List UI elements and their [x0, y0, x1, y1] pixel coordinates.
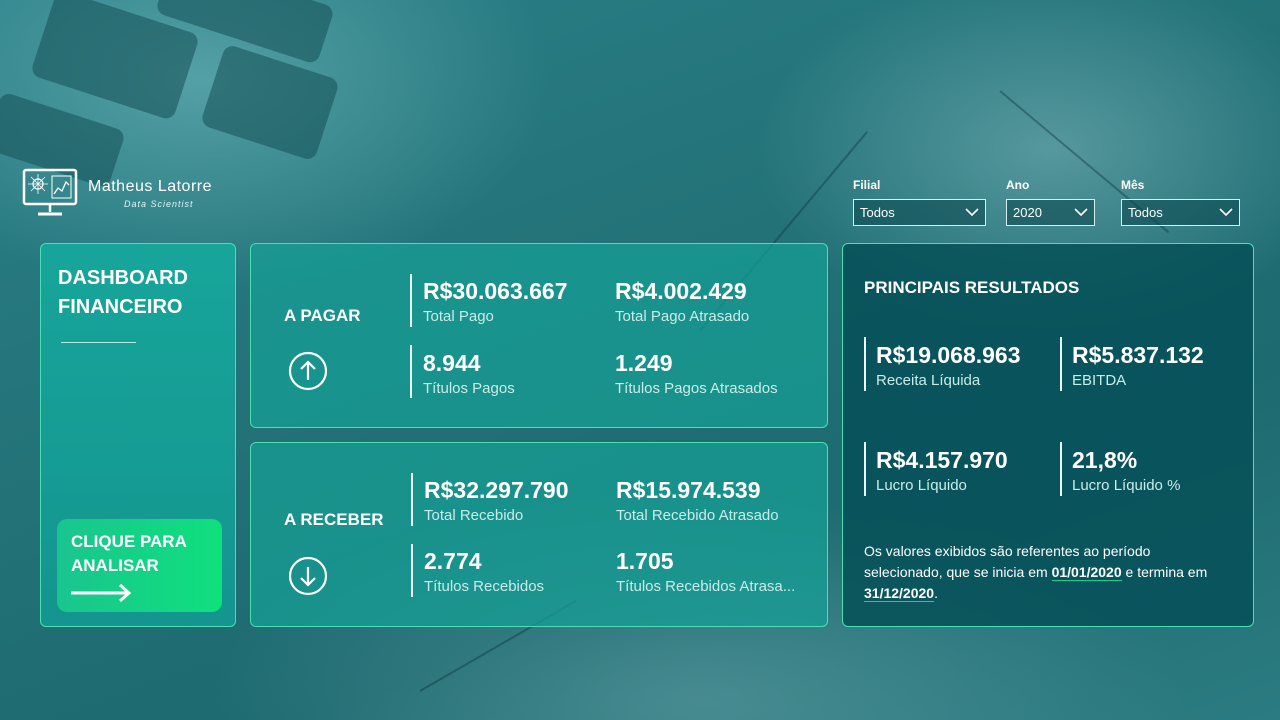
kpi-value: 2.774: [424, 548, 482, 574]
page-title-line: DASHBOARD: [58, 267, 188, 289]
kpi-total-recebido: R$32.297.790 Total Recebido: [424, 477, 569, 524]
kpi-titulos-recebidos-atrasados: 1.705 Títulos Recebidos Atrasa...: [616, 548, 795, 595]
kpi-titulos-pagos-atrasados: 1.249 Títulos Pagos Atrasados: [615, 350, 778, 397]
divider: [411, 473, 413, 526]
kpi-label: EBITDA: [1072, 372, 1127, 389]
filter-label: Ano: [1006, 178, 1030, 192]
page-title-line: FINANCEIRO: [58, 296, 183, 318]
kpi-value: R$4.157.970: [876, 447, 1008, 473]
analyze-button-label: CLIQUE PARA ANALISAR: [71, 530, 187, 578]
filter-filial: Filial Todos: [853, 178, 986, 226]
filter-value: Todos: [860, 205, 895, 220]
kpi-value: 1.705: [616, 548, 674, 574]
kpi-titulos-recebidos: 2.774 Títulos Recebidos: [424, 548, 544, 595]
kpi-label: Lucro Líquido %: [1072, 477, 1181, 494]
kpi-value: 8.944: [423, 350, 481, 376]
kpi-total-pago-atrasado: R$4.002.429 Total Pago Atrasado: [615, 278, 749, 325]
divider: [61, 342, 136, 343]
kpi-label: Títulos Recebidos: [424, 578, 545, 595]
kpi-label: Receita Líquida: [876, 372, 981, 389]
kpi-value: R$19.068.963: [876, 342, 1021, 368]
arrow-right-icon: [71, 583, 132, 603]
main-results-card: PRINCIPAIS RESULTADOS R$19.068.963 Recei…: [842, 243, 1254, 627]
arrow-down-circle-icon: [288, 556, 328, 596]
kpi-label: Total Recebido Atrasado: [616, 507, 779, 524]
kpi-titulos-pagos: 8.944 Títulos Pagos: [423, 350, 515, 397]
filter-mes: Mês Todos: [1121, 178, 1240, 226]
arrow-up-circle-icon: [288, 351, 328, 391]
kpi-value: R$32.297.790: [424, 477, 569, 503]
ano-dropdown[interactable]: 2020: [1006, 199, 1095, 226]
analyze-button-label-line: CLIQUE PARA: [71, 532, 187, 551]
page-title: DASHBOARD FINANCEIRO: [58, 264, 188, 322]
kpi-label: Total Pago: [423, 308, 494, 325]
kpi-value: 21,8%: [1072, 447, 1138, 473]
receivables-card: A RECEBER R$32.297.790 Total Recebido R$…: [250, 442, 828, 627]
kpi-value: R$30.063.667: [423, 278, 568, 304]
kpi-total-recebido-atrasado: R$15.974.539 Total Recebido Atrasado: [616, 477, 779, 524]
kpi-lucro-liquido-pct: 21,8% Lucro Líquido %: [1072, 447, 1180, 494]
filter-label: Filial: [853, 178, 881, 192]
kpi-label: Lucro Líquido: [876, 477, 967, 494]
kpi-label: Total Pago Atrasado: [615, 308, 750, 325]
period-note-text: .: [934, 585, 938, 601]
kpi-label: Total Recebido: [424, 507, 524, 524]
brand-role: Data Scientist: [124, 198, 194, 209]
dashboard-title-card: DASHBOARD FINANCEIRO CLIQUE PARA ANALISA…: [40, 243, 236, 627]
kpi-total-pago: R$30.063.667 Total Pago: [423, 278, 568, 325]
analyze-button[interactable]: CLIQUE PARA ANALISAR: [57, 519, 222, 612]
kpi-value: R$5.837.132: [1072, 342, 1204, 368]
filter-value: 2020: [1013, 205, 1042, 220]
filial-dropdown[interactable]: Todos: [853, 199, 986, 226]
divider: [864, 442, 866, 496]
filter-ano: Ano 2020: [1006, 178, 1095, 226]
kpi-ebitda: R$5.837.132 EBITDA: [1072, 342, 1204, 389]
background-decoration: [199, 43, 341, 162]
kpi-receita-liquida: R$19.068.963 Receita Líquida: [876, 342, 1021, 389]
payables-label: A PAGAR: [284, 306, 361, 325]
filter-value: Todos: [1128, 205, 1163, 220]
divider: [410, 345, 412, 398]
brand-name: Matheus Latorre: [88, 177, 213, 195]
kpi-value: R$15.974.539: [616, 477, 761, 503]
chevron-down-icon: [1219, 208, 1233, 217]
period-start-date: 01/01/2020: [1051, 564, 1122, 581]
kpi-label: Títulos Recebidos Atrasa...: [616, 578, 796, 595]
period-note: Os valores exibidos são referentes ao pe…: [864, 541, 1224, 604]
divider: [1060, 337, 1062, 391]
kpi-value: R$4.002.429: [615, 278, 747, 304]
payables-card: A PAGAR R$30.063.667 Total Pago R$4.002.…: [250, 243, 828, 428]
kpi-value: 1.249: [615, 350, 673, 376]
mes-dropdown[interactable]: Todos: [1121, 199, 1240, 226]
divider: [410, 274, 412, 327]
divider: [411, 544, 413, 597]
brand-logo: Matheus Latorre Data Scientist: [22, 168, 212, 218]
divider: [864, 337, 866, 391]
monitor-chart-icon: [22, 168, 78, 216]
kpi-label: Títulos Pagos Atrasados: [615, 380, 778, 397]
period-end-date: 31/12/2020: [864, 585, 935, 602]
filter-label: Mês: [1121, 178, 1145, 192]
divider: [1060, 442, 1062, 496]
analyze-button-label-line: ANALISAR: [71, 556, 159, 575]
kpi-label: Títulos Pagos: [423, 380, 515, 397]
chevron-down-icon: [965, 208, 979, 217]
receivables-label: A RECEBER: [284, 510, 384, 529]
results-title: PRINCIPAIS RESULTADOS: [864, 278, 1080, 297]
chevron-down-icon: [1074, 208, 1088, 217]
period-note-text: e termina em: [1121, 564, 1208, 580]
kpi-lucro-liquido: R$4.157.970 Lucro Líquido: [876, 447, 1008, 494]
